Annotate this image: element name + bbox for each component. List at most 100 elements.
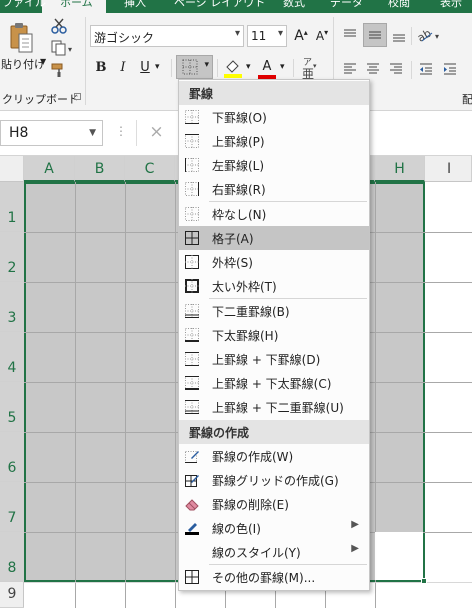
menu-item-left-border[interactable]: 左罫線(L) (179, 153, 369, 177)
tab-formulas[interactable]: 数式 (283, 0, 305, 10)
menu-item-thick-box-border[interactable]: 太い外枠(T) (179, 274, 369, 298)
chevron-down-icon[interactable]: ▾ (204, 60, 209, 70)
menu-item-top-border[interactable]: 上罫線(P) (179, 129, 369, 153)
bottom-double-border-icon (185, 304, 199, 318)
chevron-down-icon[interactable]: ▾ (278, 28, 283, 39)
clipboard-group-label: クリップボード (2, 93, 79, 106)
orientation-button[interactable]: ab ▾ (416, 25, 444, 45)
gridline (175, 182, 176, 608)
font-size-combo[interactable]: 11 ▾ (247, 25, 287, 47)
format-painter-icon (51, 63, 63, 77)
paste-dropdown-icon[interactable]: ▼ (40, 57, 46, 66)
borders-button[interactable]: ▾ (176, 55, 213, 79)
tab-file[interactable]: ファイル (2, 0, 46, 10)
select-all-corner[interactable] (0, 156, 24, 182)
clipboard-launcher-icon[interactable] (74, 93, 81, 100)
eraser-icon (185, 499, 199, 511)
decrease-font-size-button[interactable]: A ▾ (313, 27, 331, 45)
row-header-8[interactable]: 8 (0, 532, 24, 582)
tab-insert[interactable]: 挿入 (124, 0, 146, 10)
bottom-align-button[interactable] (389, 25, 409, 45)
tab-home[interactable]: ホーム (60, 0, 93, 10)
row-header-7[interactable]: 7 (0, 482, 24, 532)
menu-item-draw-border-grid[interactable]: 罫線グリッドの作成(G) (179, 468, 369, 492)
draw-border-icon (185, 451, 199, 463)
increase-font-size-button[interactable]: A ▴ (292, 27, 310, 45)
fill-bucket-icon (224, 60, 242, 78)
column-header-b[interactable]: B (75, 156, 125, 182)
font-color-dropdown-icon[interactable]: ▾ (280, 62, 285, 72)
menu-item-label: 線の色(I) (212, 522, 261, 536)
align-left-button[interactable] (340, 59, 360, 79)
font-color-letter: A (262, 58, 272, 74)
cut-button[interactable] (50, 17, 68, 35)
active-cell-h8[interactable] (375, 532, 423, 580)
menu-item-draw-border[interactable]: 罫線の作成(W) (179, 444, 369, 468)
fill-color-dropdown-icon[interactable]: ▾ (246, 62, 251, 72)
column-header-i[interactable]: I (425, 156, 472, 182)
row-header-9[interactable]: 9 (0, 582, 24, 608)
menu-item-label: 上罫線 + 下二重罫線(U) (212, 401, 344, 415)
format-painter-button[interactable] (50, 61, 68, 79)
menu-item-line-color[interactable]: 線の色(I) ▶ (179, 516, 369, 540)
menu-item-label: 線のスタイル(Y) (212, 546, 301, 560)
menu-item-more-borders[interactable]: その他の罫線(M)... (179, 565, 369, 589)
chevron-down-icon[interactable]: ▾ (235, 28, 240, 39)
tab-page-layout[interactable]: ページ レイアウト (174, 0, 265, 10)
formula-bar-grip-icon[interactable]: ⋮ (115, 124, 127, 138)
menu-item-top-thick-bottom-border[interactable]: 上罫線 + 下太罫線(C) (179, 371, 369, 395)
align-center-button[interactable] (363, 59, 383, 79)
fill-color-button[interactable] (222, 57, 244, 79)
chevron-down-icon[interactable]: ▼ (89, 128, 96, 138)
menu-item-bottom-double-border[interactable]: 下二重罫線(B) (179, 299, 369, 323)
font-name-combo[interactable]: 游ゴシック ▾ (90, 25, 244, 47)
top-align-button[interactable] (340, 25, 360, 45)
decrease-indent-button[interactable] (416, 59, 436, 79)
paste-label[interactable]: 貼り付け (1, 56, 45, 72)
paste-icon (10, 23, 33, 53)
bold-button[interactable]: B (93, 58, 109, 76)
italic-button[interactable]: I (115, 58, 131, 76)
row-header-1[interactable]: 1 (0, 182, 24, 232)
row-header-2[interactable]: 2 (0, 232, 24, 282)
menu-item-right-border[interactable]: 右罫線(R) (179, 177, 369, 201)
menu-item-all-borders[interactable]: 格子(A) (179, 226, 369, 250)
menu-item-label: その他の罫線(M)... (212, 571, 316, 585)
menu-item-top-double-bottom-border[interactable]: 上罫線 + 下二重罫線(U) (179, 395, 369, 419)
menu-item-top-bottom-border[interactable]: 上罫線 + 下罫線(D) (179, 347, 369, 371)
column-header-h[interactable]: H (375, 156, 425, 182)
tab-view[interactable]: 表示 (440, 0, 462, 10)
align-middle-icon (369, 31, 381, 39)
row-header-6[interactable]: 6 (0, 432, 24, 482)
name-box[interactable]: H8 ▼ (0, 120, 103, 146)
underline-dropdown-icon[interactable]: ▾ (155, 62, 160, 72)
column-header-c[interactable]: C (125, 156, 175, 182)
decrease-font-letter: A (315, 29, 325, 43)
paste-button[interactable] (6, 21, 36, 55)
align-right-button[interactable] (386, 59, 406, 79)
row-header-3[interactable]: 3 (0, 282, 24, 332)
font-color-button[interactable]: A (256, 57, 278, 79)
menu-item-erase-border[interactable]: 罫線の削除(E) (179, 492, 369, 516)
copy-button[interactable]: ▾ (50, 39, 76, 57)
align-center-icon (367, 63, 379, 74)
fill-handle[interactable] (421, 578, 427, 584)
row-header-5[interactable]: 5 (0, 382, 24, 432)
underline-button[interactable]: U (137, 58, 153, 76)
cancel-entry-button[interactable]: × (136, 120, 176, 146)
menu-item-no-border[interactable]: 枠なし(N) (179, 202, 369, 226)
menu-item-thick-bottom-border[interactable]: 下太罫線(H) (179, 323, 369, 347)
border-dotted-icon (182, 59, 198, 75)
column-header-a[interactable]: A (24, 156, 75, 182)
tab-data[interactable]: データ (330, 0, 363, 10)
align-bottom-icon (393, 34, 405, 42)
top-thick-bottom-border-icon (185, 376, 199, 390)
tab-review[interactable]: 校閲 (388, 0, 410, 10)
menu-item-bottom-border[interactable]: 下罫線(O) (179, 105, 369, 129)
menu-item-outside-borders[interactable]: 外枠(S) (179, 250, 369, 274)
submenu-arrow-icon: ▶ (351, 519, 359, 530)
middle-align-button[interactable] (363, 23, 387, 47)
increase-indent-button[interactable] (440, 59, 460, 79)
row-header-4[interactable]: 4 (0, 332, 24, 382)
menu-item-line-style[interactable]: 線のスタイル(Y) ▶ (179, 540, 369, 564)
